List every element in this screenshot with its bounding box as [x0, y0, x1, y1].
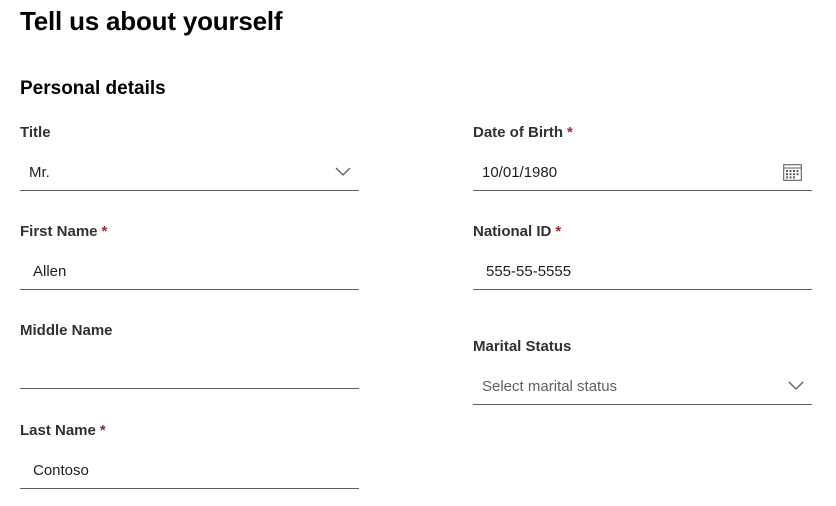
first-name-label-text: First Name: [20, 223, 98, 240]
title-value: Mr.: [29, 164, 50, 181]
national-id-input[interactable]: 555-55-5555: [473, 254, 812, 290]
national-id-label: National ID *: [473, 223, 561, 240]
title-label-text: Title: [20, 124, 51, 141]
middle-name-input[interactable]: [20, 353, 359, 389]
national-id-label-text: National ID: [473, 223, 552, 240]
marital-status-placeholder: Select marital status: [482, 378, 618, 395]
required-marker: *: [99, 422, 106, 439]
required-marker: *: [101, 223, 108, 240]
chevron-down-icon[interactable]: [788, 381, 804, 391]
first-name-value: Allen: [33, 263, 67, 280]
date-of-birth-value: 10/01/1980: [482, 164, 558, 181]
section-title: Personal details: [20, 78, 166, 99]
title-label: Title: [20, 124, 51, 141]
last-name-label-text: Last Name: [20, 422, 96, 439]
chevron-down-icon[interactable]: [335, 167, 351, 177]
date-of-birth-label: Date of Birth *: [473, 124, 573, 141]
title-dropdown[interactable]: Mr.: [20, 155, 359, 191]
last-name-label: Last Name *: [20, 422, 106, 439]
first-name-input[interactable]: Allen: [20, 254, 359, 290]
marital-status-dropdown[interactable]: Select marital status: [473, 369, 812, 405]
middle-name-label-text: Middle Name: [20, 322, 113, 339]
required-marker: *: [567, 124, 573, 141]
middle-name-label: Middle Name: [20, 322, 113, 339]
last-name-input[interactable]: Contoso: [20, 453, 359, 489]
page-title: Tell us about yourself: [20, 6, 283, 36]
date-of-birth-input[interactable]: 10/01/1980: [473, 155, 812, 191]
calendar-icon[interactable]: [783, 163, 802, 181]
marital-status-label-text: Marital Status: [473, 338, 572, 355]
first-name-label: First Name *: [20, 223, 107, 240]
date-of-birth-label-text: Date of Birth: [473, 124, 563, 141]
required-marker: *: [555, 223, 562, 240]
national-id-value: 555-55-5555: [486, 263, 572, 280]
last-name-value: Contoso: [33, 462, 89, 479]
marital-status-label: Marital Status: [473, 338, 571, 355]
